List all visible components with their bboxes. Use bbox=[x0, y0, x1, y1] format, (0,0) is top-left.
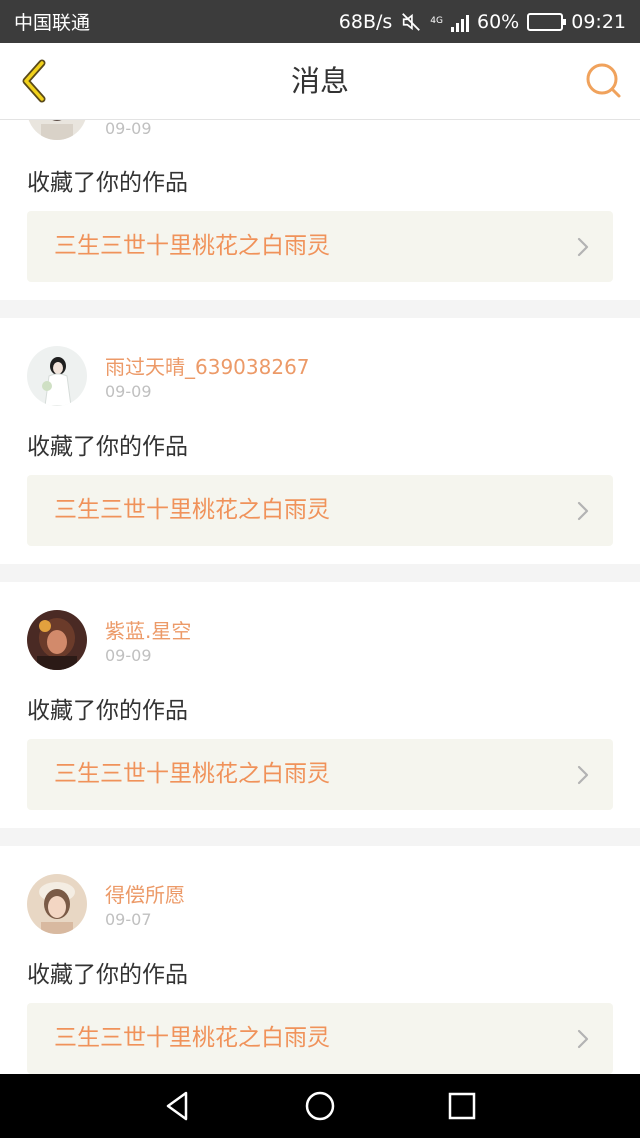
avatar[interactable] bbox=[27, 346, 87, 406]
search-icon[interactable] bbox=[584, 61, 624, 101]
avatar-image bbox=[27, 874, 87, 934]
avatar-image bbox=[27, 346, 87, 406]
message-action: 收藏了你的作品 bbox=[27, 698, 188, 724]
triangle-back-icon[interactable] bbox=[160, 1088, 196, 1124]
chevron-right-icon bbox=[577, 237, 589, 257]
network-speed: 68B/s bbox=[338, 10, 393, 33]
page-title: 消息 bbox=[290, 64, 349, 98]
work-title: 三生三世十里桃花之白雨灵 bbox=[54, 761, 330, 787]
work-title: 三生三世十里桃花之白雨灵 bbox=[54, 233, 330, 259]
avatar[interactable] bbox=[27, 610, 87, 670]
carrier-name: 中国联通 bbox=[14, 12, 91, 34]
message-date: 09-07 bbox=[105, 910, 152, 929]
circle-home-icon[interactable] bbox=[302, 1088, 338, 1124]
work-link[interactable]: 三生三世十里桃花之白雨灵 bbox=[27, 1003, 613, 1074]
square-recent-icon[interactable] bbox=[444, 1088, 480, 1124]
message-date: 09-09 bbox=[105, 382, 152, 401]
username[interactable]: 得偿所愿 bbox=[105, 879, 185, 908]
username[interactable]: 雨过天晴_639038267 bbox=[105, 351, 310, 380]
work-link[interactable]: 三生三世十里桃花之白雨灵 bbox=[27, 475, 613, 546]
work-link[interactable]: 三生三世十里桃花之白雨灵 bbox=[27, 739, 613, 810]
mute-icon bbox=[402, 12, 421, 31]
message-card: 得偿所愿 09-07 收藏了你的作品 三生三世十里桃花之白雨灵 bbox=[0, 846, 640, 1074]
avatar-image bbox=[27, 120, 87, 140]
battery-percent: 60% bbox=[477, 10, 520, 33]
message-date: 09-09 bbox=[105, 646, 152, 665]
message-action: 收藏了你的作品 bbox=[27, 962, 188, 988]
message-action: 收藏了你的作品 bbox=[27, 170, 188, 196]
message-action: 收藏了你的作品 bbox=[27, 434, 188, 460]
work-title: 三生三世十里桃花之白雨灵 bbox=[54, 497, 330, 523]
top-nav-bar: 消息 bbox=[0, 43, 640, 120]
message-card: 09-09 收藏了你的作品 三生三世十里桃花之白雨灵 bbox=[0, 120, 640, 300]
avatar-image bbox=[27, 610, 87, 670]
status-bar: 中国联通 68B/s 4G 60% 09:21 bbox=[0, 0, 640, 43]
chevron-right-icon bbox=[577, 1029, 589, 1049]
app-screen: 中国联通 68B/s 4G 60% 09:21 消息 09-09 收藏了你的作品… bbox=[0, 0, 640, 1138]
work-link[interactable]: 三生三世十里桃花之白雨灵 bbox=[27, 211, 613, 282]
chevron-right-icon bbox=[577, 765, 589, 785]
message-card: 紫蓝.星空 09-09 收藏了你的作品 三生三世十里桃花之白雨灵 bbox=[0, 582, 640, 828]
avatar[interactable] bbox=[27, 874, 87, 934]
message-date: 09-09 bbox=[105, 120, 152, 138]
system-navigation-bar bbox=[0, 1074, 640, 1138]
work-title: 三生三世十里桃花之白雨灵 bbox=[54, 1025, 330, 1051]
signal-icon bbox=[451, 12, 469, 32]
username[interactable]: 紫蓝.星空 bbox=[105, 615, 191, 644]
battery-icon bbox=[527, 12, 567, 31]
message-list[interactable]: 09-09 收藏了你的作品 三生三世十里桃花之白雨灵 雨过天晴_63903826… bbox=[0, 120, 640, 1074]
network-type: 4G bbox=[430, 16, 443, 26]
status-right-group: 68B/s 4G 60% 09:21 bbox=[339, 11, 626, 33]
clock: 09:21 bbox=[571, 10, 626, 33]
message-card: 雨过天晴_639038267 09-09 收藏了你的作品 三生三世十里桃花之白雨… bbox=[0, 318, 640, 564]
avatar[interactable] bbox=[27, 120, 87, 140]
chevron-right-icon bbox=[577, 501, 589, 521]
